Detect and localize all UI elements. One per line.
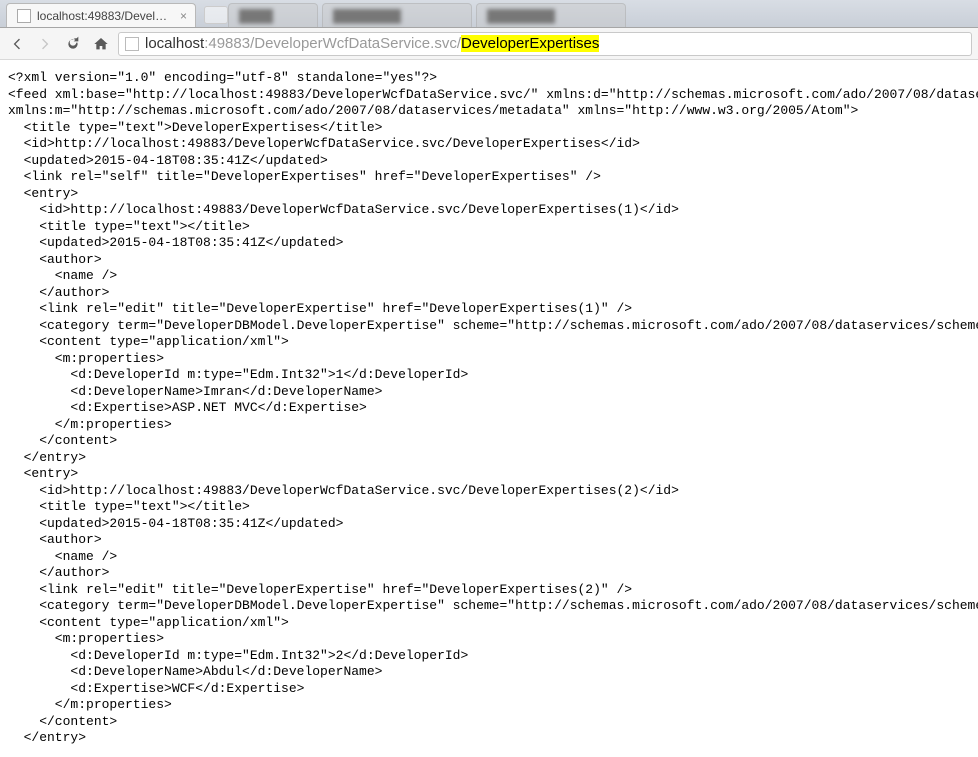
xml-line: <id>http://localhost:49883/DeveloperWcfD… bbox=[8, 202, 679, 217]
xml-line: <category term="DeveloperDBModel.Develop… bbox=[8, 598, 978, 613]
xml-line: <title type="text"></title> bbox=[8, 499, 250, 514]
url-origin: localhost bbox=[145, 35, 204, 52]
xml-line: <entry> bbox=[8, 466, 78, 481]
browser-tab-active[interactable]: localhost:49883/Develope × bbox=[6, 3, 196, 27]
close-icon[interactable]: × bbox=[180, 9, 187, 23]
background-tab[interactable]: ████ bbox=[228, 3, 318, 27]
xml-line: <entry> bbox=[8, 186, 78, 201]
xml-line: <link rel="edit" title="DeveloperExperti… bbox=[8, 582, 632, 597]
page-favicon bbox=[17, 9, 31, 23]
xml-line: </entry> bbox=[8, 450, 86, 465]
home-icon bbox=[93, 36, 109, 52]
xml-line: <m:properties> bbox=[8, 351, 164, 366]
xml-line: xmlns:m="http://schemas.microsoft.com/ad… bbox=[8, 103, 858, 118]
new-tab-button[interactable] bbox=[204, 6, 228, 24]
xml-line: <author> bbox=[8, 532, 102, 547]
xml-line: </content> bbox=[8, 714, 117, 729]
xml-line: <link rel="self" title="DeveloperExperti… bbox=[8, 169, 601, 184]
xml-line: <name /> bbox=[8, 549, 117, 564]
xml-line: <id>http://localhost:49883/DeveloperWcfD… bbox=[8, 483, 679, 498]
xml-line: <id>http://localhost:49883/DeveloperWcfD… bbox=[8, 136, 640, 151]
arrow-left-icon bbox=[9, 36, 25, 52]
xml-line: <content type="application/xml"> bbox=[8, 334, 289, 349]
xml-line: <title type="text"></title> bbox=[8, 219, 250, 234]
xml-line: <d:DeveloperId m:type="Edm.Int32">1</d:D… bbox=[8, 367, 468, 382]
xml-line: <title type="text">DeveloperExpertises</… bbox=[8, 120, 382, 135]
document-icon bbox=[125, 37, 139, 51]
xml-line: <author> bbox=[8, 252, 102, 267]
xml-line: <d:DeveloperName>Abdul</d:DeveloperName> bbox=[8, 664, 382, 679]
home-button[interactable] bbox=[90, 33, 112, 55]
xml-line: <link rel="edit" title="DeveloperExperti… bbox=[8, 301, 632, 316]
xml-line: <m:properties> bbox=[8, 631, 164, 646]
tab-strip: localhost:49883/Develope × ████ ████████… bbox=[0, 0, 978, 28]
reload-icon bbox=[65, 36, 81, 52]
toolbar: localhost:49883/DeveloperWcfDataService.… bbox=[0, 28, 978, 60]
reload-button[interactable] bbox=[62, 33, 84, 55]
xml-line: <d:DeveloperName>Imran</d:DeveloperName> bbox=[8, 384, 382, 399]
xml-line: <updated>2015-04-18T08:35:41Z</updated> bbox=[8, 235, 343, 250]
xml-content: <?xml version="1.0" encoding="utf-8" sta… bbox=[0, 60, 978, 757]
xml-line: <updated>2015-04-18T08:35:41Z</updated> bbox=[8, 153, 328, 168]
xml-line: </author> bbox=[8, 285, 109, 300]
xml-line: </content> bbox=[8, 433, 117, 448]
arrow-right-icon bbox=[37, 36, 53, 52]
back-button[interactable] bbox=[6, 33, 28, 55]
xml-line: <d:DeveloperId m:type="Edm.Int32">2</d:D… bbox=[8, 648, 468, 663]
forward-button[interactable] bbox=[34, 33, 56, 55]
tab-title: localhost:49883/Develope bbox=[37, 9, 172, 23]
xml-line: </entry> bbox=[8, 730, 86, 745]
address-bar[interactable]: localhost:49883/DeveloperWcfDataService.… bbox=[118, 32, 972, 56]
xml-line: </author> bbox=[8, 565, 109, 580]
xml-line: </m:properties> bbox=[8, 417, 172, 432]
url-path: :49883/DeveloperWcfDataService.svc/ bbox=[204, 35, 461, 52]
xml-line: </m:properties> bbox=[8, 697, 172, 712]
xml-line: <d:Expertise>WCF</d:Expertise> bbox=[8, 681, 304, 696]
xml-line: <feed xml:base="http://localhost:49883/D… bbox=[8, 87, 978, 102]
xml-line: <category term="DeveloperDBModel.Develop… bbox=[8, 318, 978, 333]
xml-line: <d:Expertise>ASP.NET MVC</d:Expertise> bbox=[8, 400, 367, 415]
xml-line: <content type="application/xml"> bbox=[8, 615, 289, 630]
background-tab[interactable]: ████████ bbox=[322, 3, 472, 27]
background-tab[interactable]: ████████ bbox=[476, 3, 626, 27]
url-highlighted-segment: DeveloperExpertises bbox=[461, 35, 599, 52]
xml-line: <updated>2015-04-18T08:35:41Z</updated> bbox=[8, 516, 343, 531]
xml-line: <?xml version="1.0" encoding="utf-8" sta… bbox=[8, 70, 437, 85]
xml-line: <name /> bbox=[8, 268, 117, 283]
